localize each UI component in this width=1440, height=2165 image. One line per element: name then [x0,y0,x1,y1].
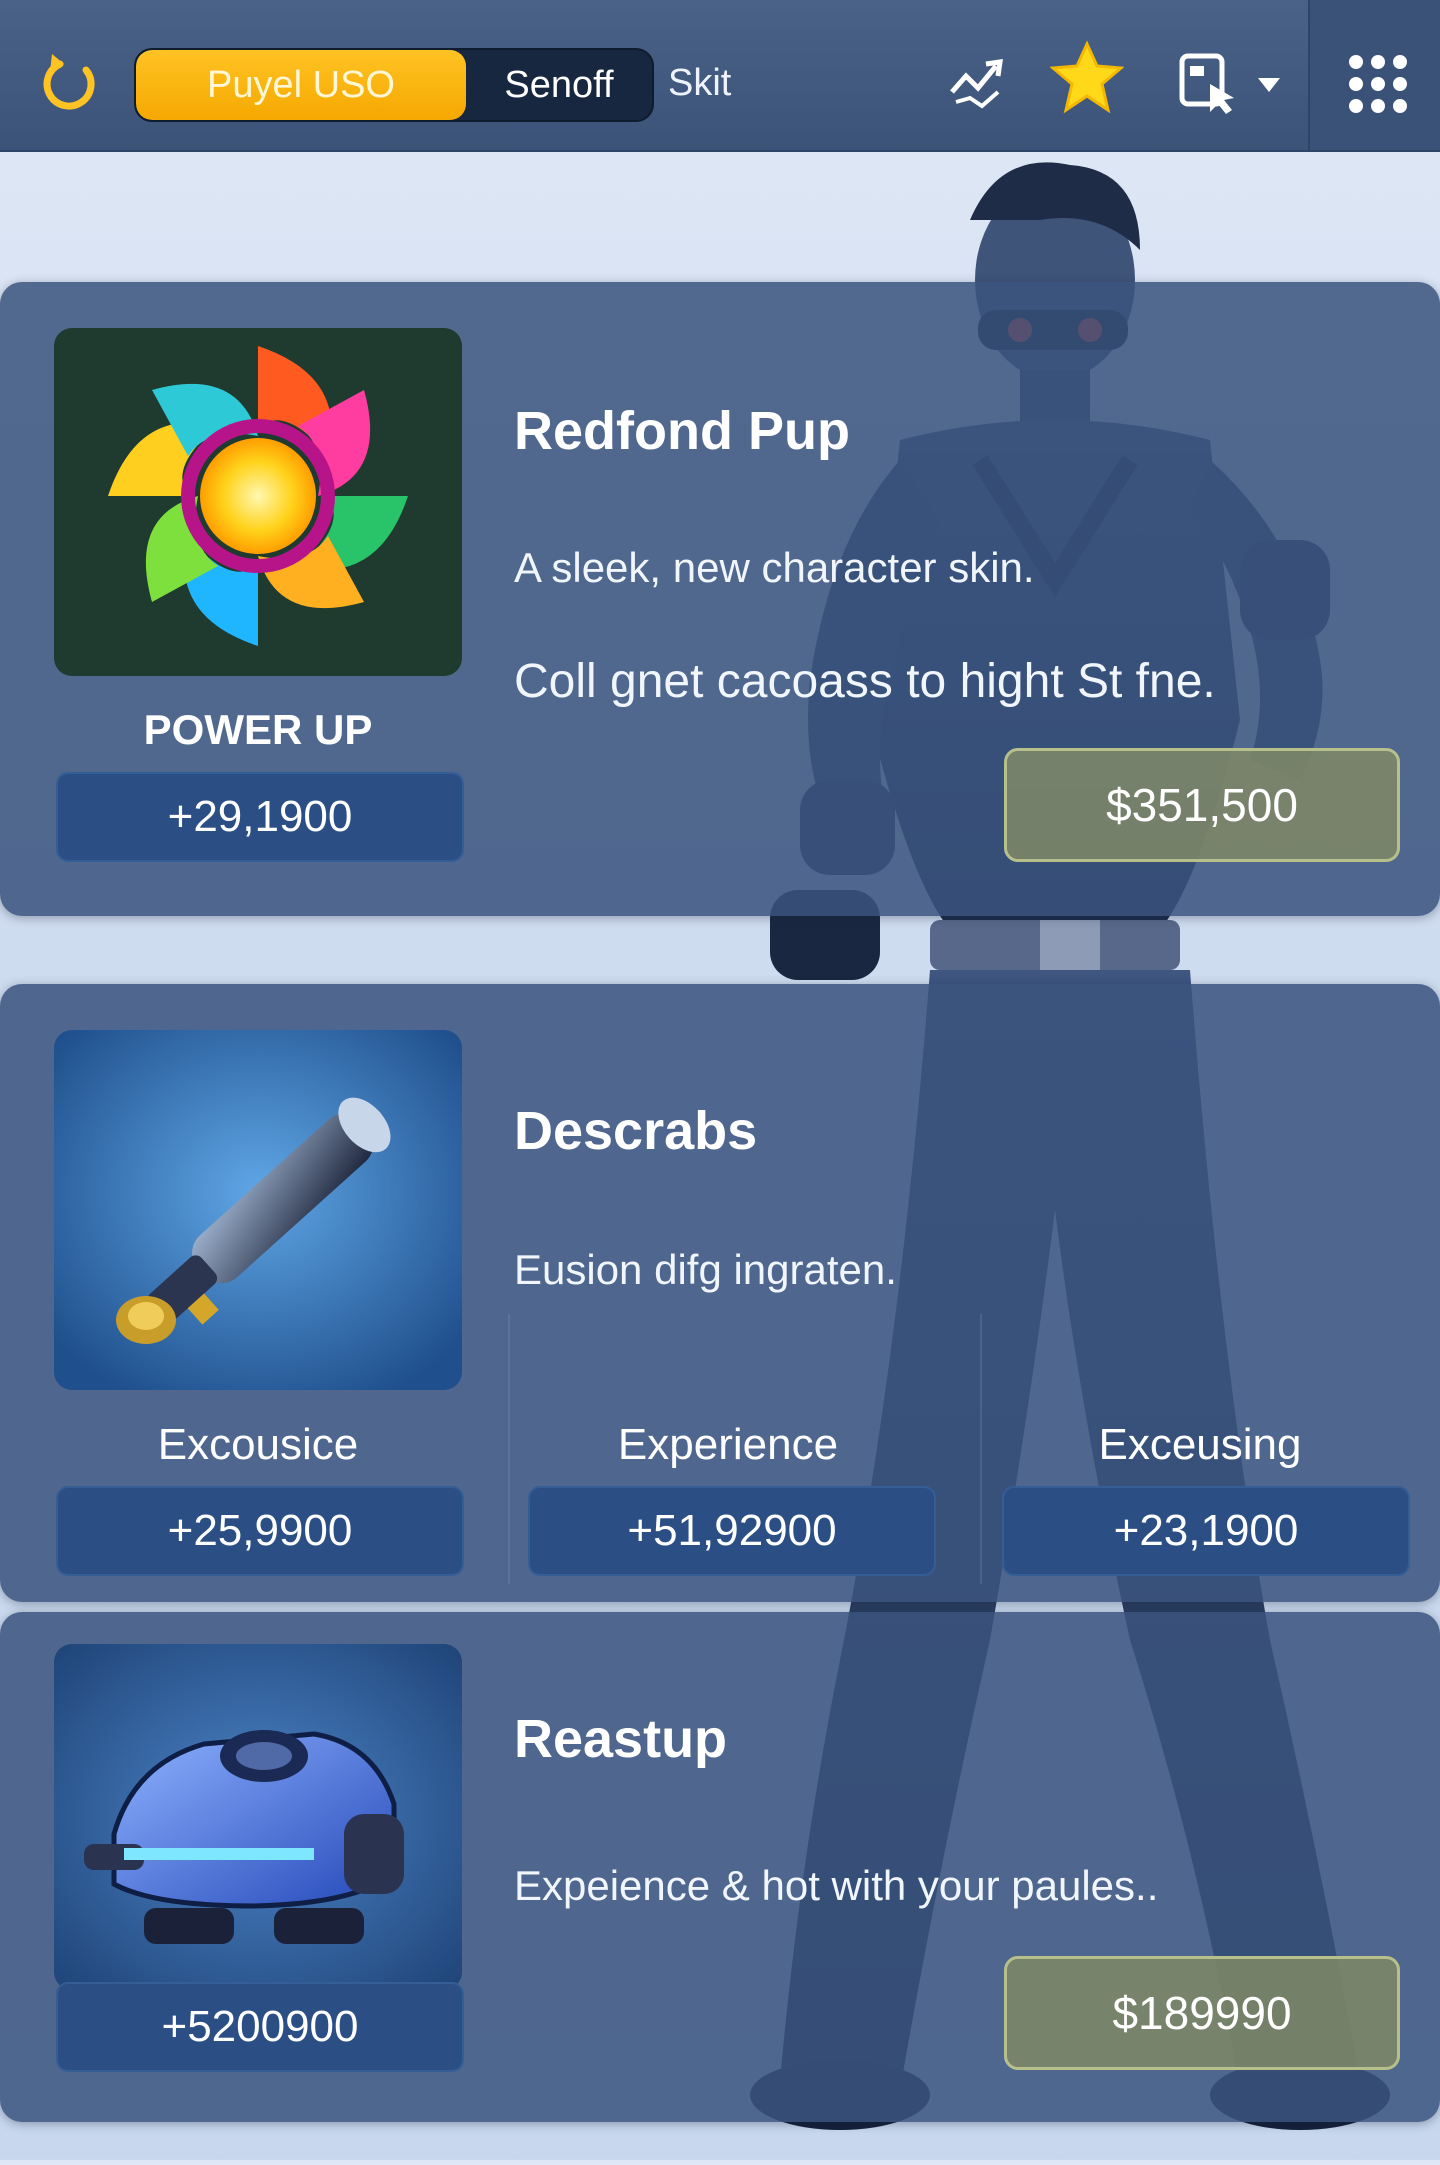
buy-price-button[interactable]: $351,500 [1004,748,1400,862]
weapon-image [54,1030,462,1390]
shop-item-card[interactable]: +5200900 Reastup Expeience & hot with yo… [0,1612,1440,2122]
item-stat-value: +29,1900 [56,772,464,862]
item-stat-value: +5200900 [56,1982,464,2072]
shop-item-card[interactable]: POWER UP +29,1900 Redfond Pup A sleek, n… [0,282,1440,916]
chevron-down-icon[interactable] [1256,76,1282,94]
tab-group: Puyel USO Senoff [134,48,654,122]
tab-skit[interactable]: Skit [668,48,731,118]
stat-label: Experience [617,1420,839,1469]
item-subdescription: Coll gnet cacoass to hight St fne. [514,655,1216,708]
stat-value: +23,1900 [1002,1486,1410,1576]
grid-menu-icon[interactable] [1346,52,1410,116]
refresh-icon[interactable] [38,50,102,114]
top-bar: Puyel USO Senoff Skit [0,0,1440,152]
item-title: Redfond Pup [514,401,850,461]
column-divider [508,1314,510,1584]
tab-senoff[interactable]: Senoff [466,50,652,120]
buy-price-button[interactable]: $189990 [1004,1956,1400,2070]
item-description: A sleek, new character skin. [514,544,1035,591]
item-description: Eusion difg ingraten. [514,1246,897,1293]
shop-item-card[interactable]: Descrabs Eusion difg ingraten. Excousice… [0,984,1440,1602]
item-category-label: POWER UP [143,706,373,753]
stat-label: Excousice [157,1420,359,1469]
power-up-image [54,328,462,676]
column-divider [980,1314,982,1584]
stat-label: Exceusing [1098,1420,1302,1469]
star-icon[interactable] [1050,40,1124,120]
stat-value: +51,92900 [528,1486,936,1576]
vehicle-image [54,1644,462,1990]
item-title: Reastup [514,1709,728,1769]
inventory-icon[interactable] [1176,50,1242,116]
stat-value: +25,9900 [56,1486,464,1576]
item-title: Descrabs [514,1101,758,1161]
shuffle-icon[interactable] [946,52,1008,114]
tab-puyel-uso[interactable]: Puyel USO [136,50,466,120]
item-description: Expeience & hot with your paules.. [514,1862,1159,1909]
